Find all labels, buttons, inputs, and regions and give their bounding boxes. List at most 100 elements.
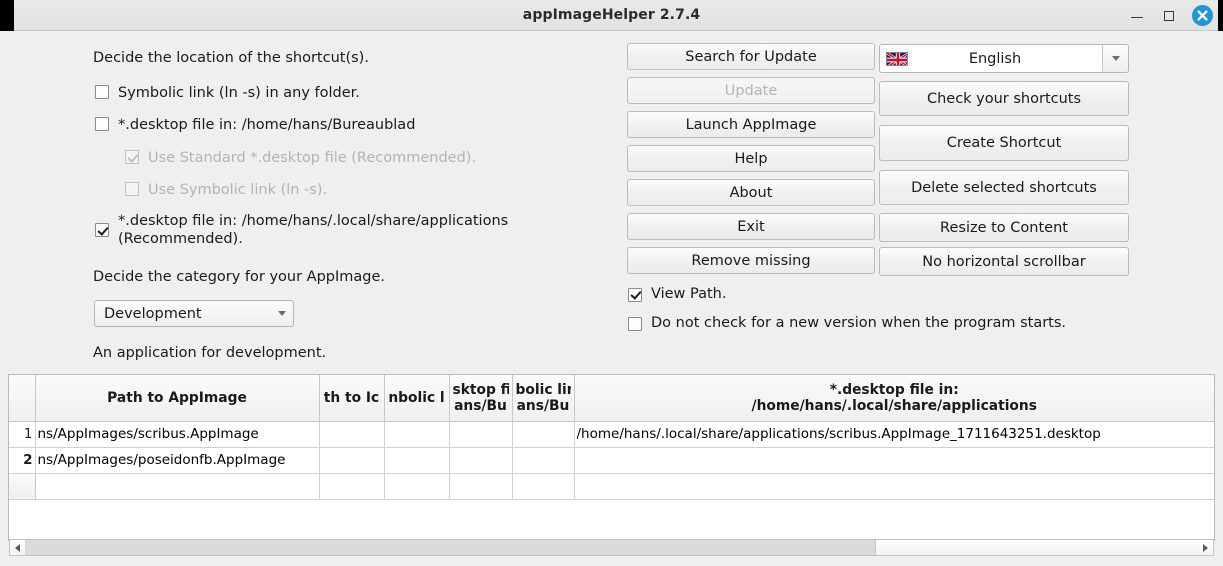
- cell-empty: [512, 473, 575, 500]
- cell-desktop-file[interactable]: [449, 447, 513, 474]
- cell-symlink[interactable]: [384, 447, 450, 474]
- cell-appimage-path[interactable]: ns/AppImages/scribus.AppImage: [35, 421, 320, 448]
- column-header-text: nbolic l: [388, 389, 445, 406]
- checkbox-box: [125, 150, 139, 164]
- maximize-icon[interactable]: [1160, 7, 1178, 25]
- checkbox-symbolic-link-any-folder[interactable]: Symbolic link (ln -s) in any folder.: [95, 85, 360, 102]
- column-header-desktop-file-bureaublad[interactable]: sktop fi ans/Bu: [449, 375, 513, 422]
- table-empty-row: [9, 473, 1214, 500]
- update-button: Update: [627, 77, 875, 104]
- column-header-symbolic-link[interactable]: nbolic l: [384, 375, 450, 422]
- language-select[interactable]: English: [879, 44, 1129, 73]
- checkbox-label: Symbolic link (ln -s) in any folder.: [118, 85, 360, 101]
- checkbox-label-line1: *.desktop file in: /home/hans/.local/sha…: [118, 213, 509, 229]
- cell-empty: [35, 473, 320, 500]
- cell-text: ns/AppImages/poseidonfb.AppImage: [37, 452, 286, 468]
- cell-text: /home/hans/.local/share/applications/pos…: [576, 452, 1128, 468]
- table-row[interactable]: 2 ns/AppImages/poseidonfb.AppImage /home…: [9, 447, 1214, 474]
- column-header-path-to-appimage[interactable]: Path to AppImage: [35, 375, 320, 422]
- checkbox-label: View Path.: [651, 286, 727, 302]
- table-corner-header[interactable]: [9, 375, 36, 422]
- window-controls: [1128, 0, 1213, 31]
- cell-text: ns/AppImages/scribus.AppImage: [37, 426, 259, 442]
- checkbox-label: *.desktop file in: /home/hans/.local/sha…: [118, 212, 508, 248]
- checkbox-label-line2: (Recommended).: [118, 231, 243, 247]
- exit-button[interactable]: Exit: [627, 213, 875, 240]
- category-select[interactable]: Development: [94, 300, 294, 327]
- search-for-update-button[interactable]: Search for Update: [627, 43, 875, 70]
- cell-symbolic-link[interactable]: [512, 421, 575, 448]
- close-icon[interactable]: [1192, 5, 1213, 26]
- category-select-value: Development: [104, 305, 202, 322]
- checkbox-view-path[interactable]: View Path.: [628, 286, 726, 303]
- scroll-right-icon[interactable]: [1198, 540, 1213, 555]
- column-header-text: bolic lin: [515, 381, 571, 398]
- checkbox-label: Use Symbolic link (ln -s).: [148, 182, 328, 198]
- remove-missing-button[interactable]: Remove missing: [627, 247, 875, 274]
- checkbox-box[interactable]: [95, 117, 109, 131]
- column-header-text: sktop fi: [452, 381, 509, 398]
- cell-empty: [319, 473, 385, 500]
- column-header-text: *.desktop file in:: [829, 381, 959, 398]
- delete-selected-shortcuts-button[interactable]: Delete selected shortcuts: [879, 170, 1129, 205]
- column-header-path-to-icon[interactable]: th to Ic: [319, 375, 385, 422]
- cell-empty: [384, 473, 450, 500]
- table-header-row: Path to AppImage th to Ic nbolic l sktop…: [9, 375, 1214, 422]
- minimize-icon[interactable]: [1128, 7, 1146, 25]
- checkbox-box[interactable]: [95, 85, 109, 99]
- language-chevron-down-icon[interactable]: [1102, 45, 1128, 72]
- no-horizontal-scrollbar-button[interactable]: No horizontal scrollbar: [879, 247, 1129, 276]
- shortcut-location-heading: Decide the location of the shortcut(s).: [93, 50, 369, 66]
- category-heading: Decide the category for your AppImage.: [93, 269, 386, 285]
- row-number-empty: [9, 473, 36, 500]
- checkbox-label: Do not check for a new version when the …: [651, 315, 1067, 331]
- category-description: An application for development.: [93, 345, 327, 361]
- language-select-display[interactable]: English: [880, 45, 1102, 72]
- left-options-panel: Decide the location of the shortcut(s). …: [0, 31, 615, 371]
- checkbox-do-not-check-new-version[interactable]: Do not check for a new version when the …: [628, 315, 1066, 332]
- column-header-desktop-file-local-share[interactable]: *.desktop file in: /home/hans/.local/sha…: [574, 375, 1214, 422]
- checkbox-box: [125, 182, 139, 196]
- cell-desktop-target[interactable]: /home/hans/.local/share/applications/scr…: [574, 421, 1214, 448]
- resize-to-content-button[interactable]: Resize to Content: [879, 213, 1129, 242]
- checkbox-desktop-file-local-share[interactable]: *.desktop file in: /home/hans/.local/sha…: [95, 212, 508, 248]
- checkbox-label: Use Standard *.desktop file (Recommended…: [148, 150, 477, 166]
- cell-text: /home/hans/.local/share/applications/scr…: [576, 426, 1101, 442]
- cell-empty: [449, 473, 513, 500]
- column-header-symbolic-link-bureaublad[interactable]: bolic lin ans/Bu: [512, 375, 575, 422]
- cell-icon-path[interactable]: [319, 447, 385, 474]
- shortcuts-table-grid: Path to AppImage th to Ic nbolic l sktop…: [9, 375, 1214, 500]
- checkbox-use-standard-desktop-file: Use Standard *.desktop file (Recommended…: [125, 150, 476, 167]
- cell-symbolic-link[interactable]: [512, 447, 575, 474]
- help-button[interactable]: Help: [627, 145, 875, 172]
- row-number[interactable]: 2: [9, 447, 36, 474]
- about-button[interactable]: About: [627, 179, 875, 206]
- horizontal-scrollbar[interactable]: [9, 539, 1214, 556]
- shortcuts-table[interactable]: Path to AppImage th to Ic nbolic l sktop…: [8, 374, 1215, 541]
- chevron-down-icon[interactable]: [271, 311, 293, 316]
- cell-symlink[interactable]: [384, 421, 450, 448]
- column-header-text-line2: ans/Bu: [516, 397, 570, 414]
- row-number[interactable]: 1: [9, 421, 36, 448]
- cell-appimage-path[interactable]: ns/AppImages/poseidonfb.AppImage: [35, 447, 320, 474]
- window-title: appImageHelper 2.7.4: [522, 7, 701, 23]
- cell-icon-path[interactable]: [319, 421, 385, 448]
- launch-appimage-button[interactable]: Launch AppImage: [627, 111, 875, 138]
- scrollbar-track[interactable]: [25, 540, 1198, 555]
- check-your-shortcuts-button[interactable]: Check your shortcuts: [879, 81, 1129, 116]
- column-header-text-line2: ans/Bu: [454, 397, 507, 414]
- cell-empty: [574, 473, 1214, 500]
- cell-desktop-file[interactable]: [449, 421, 513, 448]
- language-select-value: English: [968, 50, 1022, 67]
- cell-desktop-target[interactable]: /home/hans/.local/share/applications/pos…: [574, 447, 1214, 474]
- checkbox-label: *.desktop file in: /home/hans/Bureaublad: [118, 117, 416, 133]
- checkbox-box[interactable]: [628, 316, 642, 331]
- create-shortcut-button[interactable]: Create Shortcut: [879, 125, 1129, 161]
- checkbox-box[interactable]: [95, 223, 109, 237]
- checkbox-box[interactable]: [628, 287, 642, 302]
- scrollbar-thumb[interactable]: [25, 540, 877, 555]
- table-row[interactable]: 1 ns/AppImages/scribus.AppImage /home/ha…: [9, 421, 1214, 448]
- checkbox-use-symbolic-link: Use Symbolic link (ln -s).: [125, 182, 327, 199]
- checkbox-desktop-file-bureaublad[interactable]: *.desktop file in: /home/hans/Bureaublad: [95, 117, 415, 134]
- scroll-left-icon[interactable]: [10, 540, 25, 555]
